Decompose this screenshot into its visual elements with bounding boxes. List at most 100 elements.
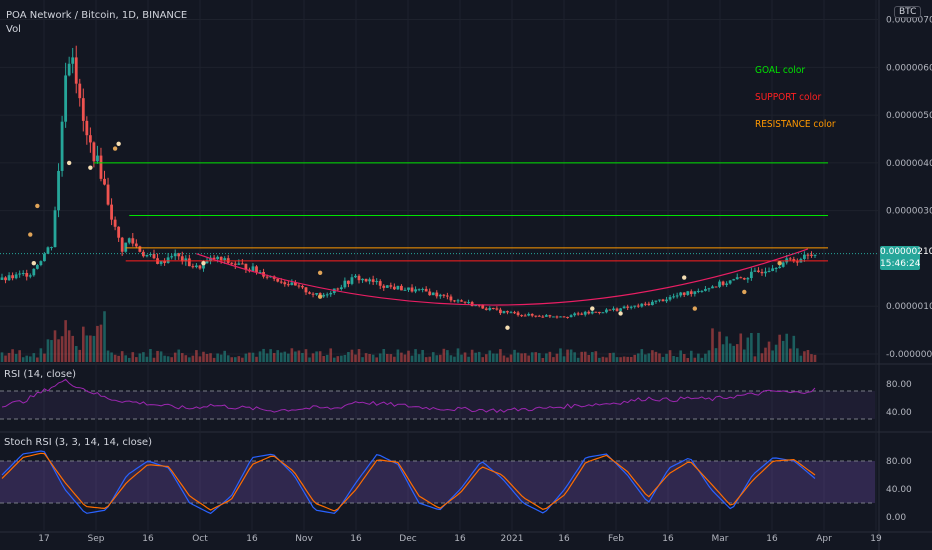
candle-body [145,254,149,257]
volume-bar [113,354,117,362]
volume-bar [205,353,209,362]
volume-bar [152,357,156,362]
candle-body [216,256,220,260]
candle-body [735,277,739,280]
candle-body [686,291,690,295]
candle-body [502,311,506,314]
candle-body [629,306,633,308]
volume-bar [248,352,251,362]
stoch-band [0,461,875,503]
currency-badge[interactable]: BTC [894,6,922,18]
volume-bar [308,357,311,362]
candle-body [456,300,460,302]
candle-body [32,268,36,276]
candle-body [311,293,315,295]
candle-body [396,285,400,290]
volume-bar [764,347,767,362]
volume-bar [265,353,269,362]
chart-root[interactable]: 17 Sep 16 Oct 16 Nov 16 Dec 16 2021 16 Feb 16 Mar 16 Ap… [0,0,932,550]
volume-bar [364,353,368,362]
volume-bar [400,352,403,362]
candle-body [580,313,584,315]
volume-bar [407,350,410,362]
candle-body [230,262,234,264]
volume-bar [269,349,272,362]
candle-body [795,261,799,263]
volume-bar [619,357,622,362]
volume-bar [636,353,640,362]
volume-bar [46,339,50,362]
volume-bar [463,352,467,362]
volume-bar [332,357,336,362]
candle-body [513,312,516,314]
candle-body [322,294,326,297]
candle-body [67,63,71,76]
volume-bar [488,350,492,362]
volume-bar [559,348,562,362]
volume-bar [456,348,460,362]
candle-body [131,238,135,244]
candle-body [400,285,403,291]
volume-bar [594,351,598,362]
candle-body [742,278,746,280]
volume-bar [735,344,739,362]
candle-body [0,277,4,280]
volume-bar [746,337,750,362]
candle-body [506,311,509,313]
candle-body [651,301,654,306]
candle-body [576,313,580,315]
volume-bar [668,350,672,362]
candle-body [499,309,502,314]
volume-bar [530,352,534,362]
volume-bar [446,350,449,362]
volume-bar [368,353,371,362]
volume-bar [778,334,781,362]
candle-body [103,178,106,185]
candle-body [255,266,258,273]
candle-body [788,258,792,260]
volume-bar [96,325,99,362]
candle-body [28,275,32,277]
volume-bar [495,353,499,362]
candle-body [403,289,407,291]
volume-bar [477,351,481,362]
candle-body [739,277,743,279]
volume-bar [534,352,538,362]
volume-bar [629,356,633,362]
volume-bar [188,357,191,362]
symbol-title: POA Network / Bitcoin, 1D, BINANCE [6,10,188,21]
stoch-tick-label: 0.00 [886,513,906,523]
candle-body [622,306,626,309]
candle-body [633,305,637,307]
volume-bar [591,352,594,362]
volume-bar [304,349,308,362]
candle-body [749,271,753,279]
volume-bar [223,350,226,362]
candle-body [325,294,329,296]
candle-body [714,286,718,288]
candle-body [60,121,64,171]
volume-bar [226,355,230,362]
candle-body [53,210,57,248]
volume-bar [124,355,128,362]
volume-bar [647,353,651,362]
volume-bar [375,357,378,362]
chart-svg[interactable]: 17 Sep 16 Oct 16 Nov 16 Dec 16 2021 16 Feb 16 Mar 16 Ap… [0,0,932,550]
volume-bar [506,357,509,362]
candle-body [378,281,382,286]
x-tick-label: Oct [192,534,208,544]
volume-bar [750,333,753,362]
volume-bar [654,351,658,362]
candle-body [339,287,343,290]
volume-bar [99,324,103,362]
stoch-tick-label: 80.00 [886,457,912,467]
candle-body [495,308,499,310]
signal-marker [35,203,40,209]
volume-bar [541,357,545,362]
signal-marker [88,165,93,170]
volume-bar [460,354,463,362]
candle-body [237,263,241,265]
volume-bar [315,351,318,362]
volume-bar [28,356,32,362]
volume-bar [325,354,329,362]
